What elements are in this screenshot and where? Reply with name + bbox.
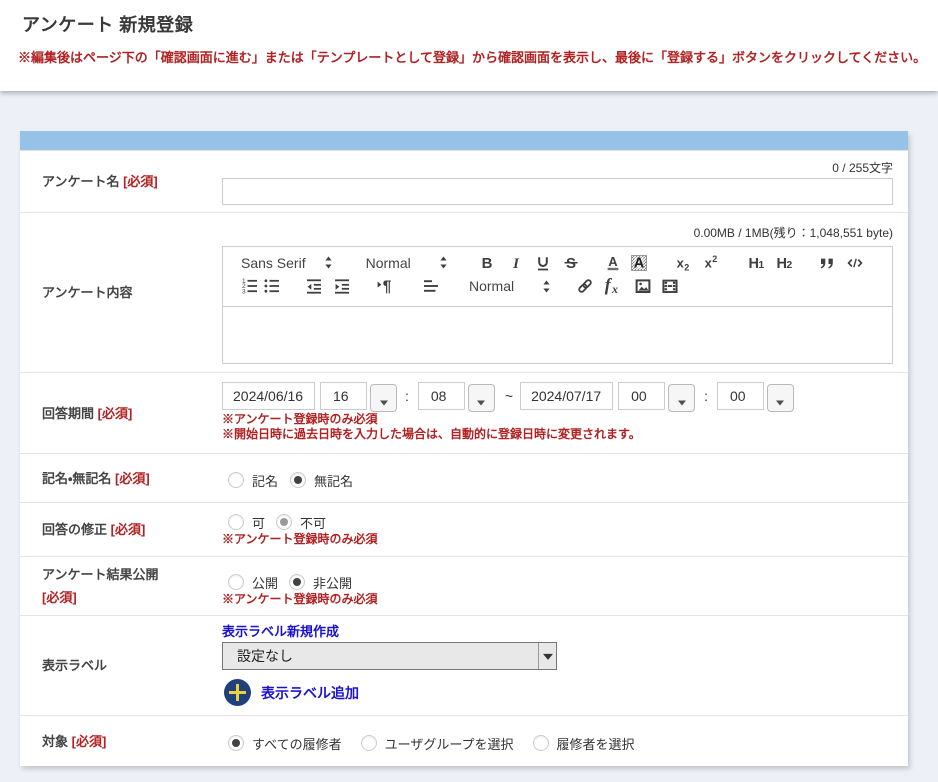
svg-text:3: 3 [242, 288, 246, 295]
svg-text:A: A [608, 254, 618, 269]
svg-text:2: 2 [786, 259, 792, 271]
svg-text:I: I [512, 256, 520, 272]
svg-text:1: 1 [758, 259, 764, 271]
svg-text:A: A [633, 255, 644, 271]
svg-text:¶: ¶ [383, 278, 392, 295]
svg-text:2: 2 [684, 262, 689, 271]
svg-text:x: x [611, 282, 618, 295]
svg-text:B: B [481, 255, 492, 272]
svg-text:2: 2 [712, 254, 717, 264]
